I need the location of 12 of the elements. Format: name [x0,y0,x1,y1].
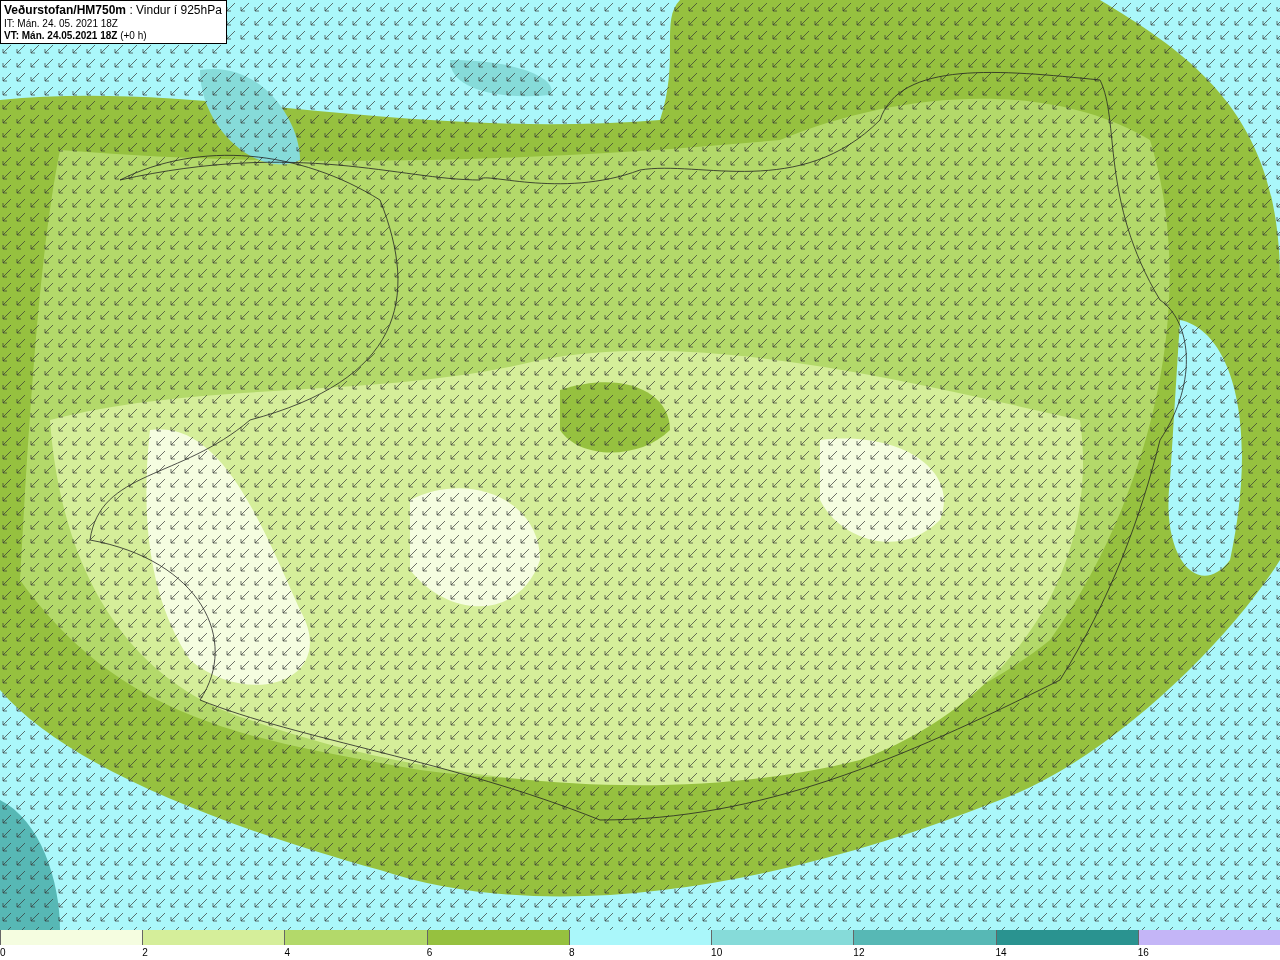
legend-tick-label: 14 [995,946,1007,958]
map-title: Veðurstofan/HM750m : Vindur í 925hPa [4,3,222,17]
legend-tick-label: 10 [711,946,723,958]
legend-tick-label: 6 [426,946,433,958]
issue-time: IT: Mán. 24. 05. 2021 18Z [4,18,119,29]
legend-tick-label: 12 [853,946,865,958]
legend-tick-label: 4 [284,946,290,958]
legend-tick-label: 2 [142,946,148,958]
legend-tick-label: 0 [0,946,6,958]
legend-tick-label: 16 [1137,946,1149,958]
legend-tick-label: 8 [568,946,575,958]
valid-time: VT: Mán. 24.05.2021 18Z (+0 h) [4,30,148,41]
